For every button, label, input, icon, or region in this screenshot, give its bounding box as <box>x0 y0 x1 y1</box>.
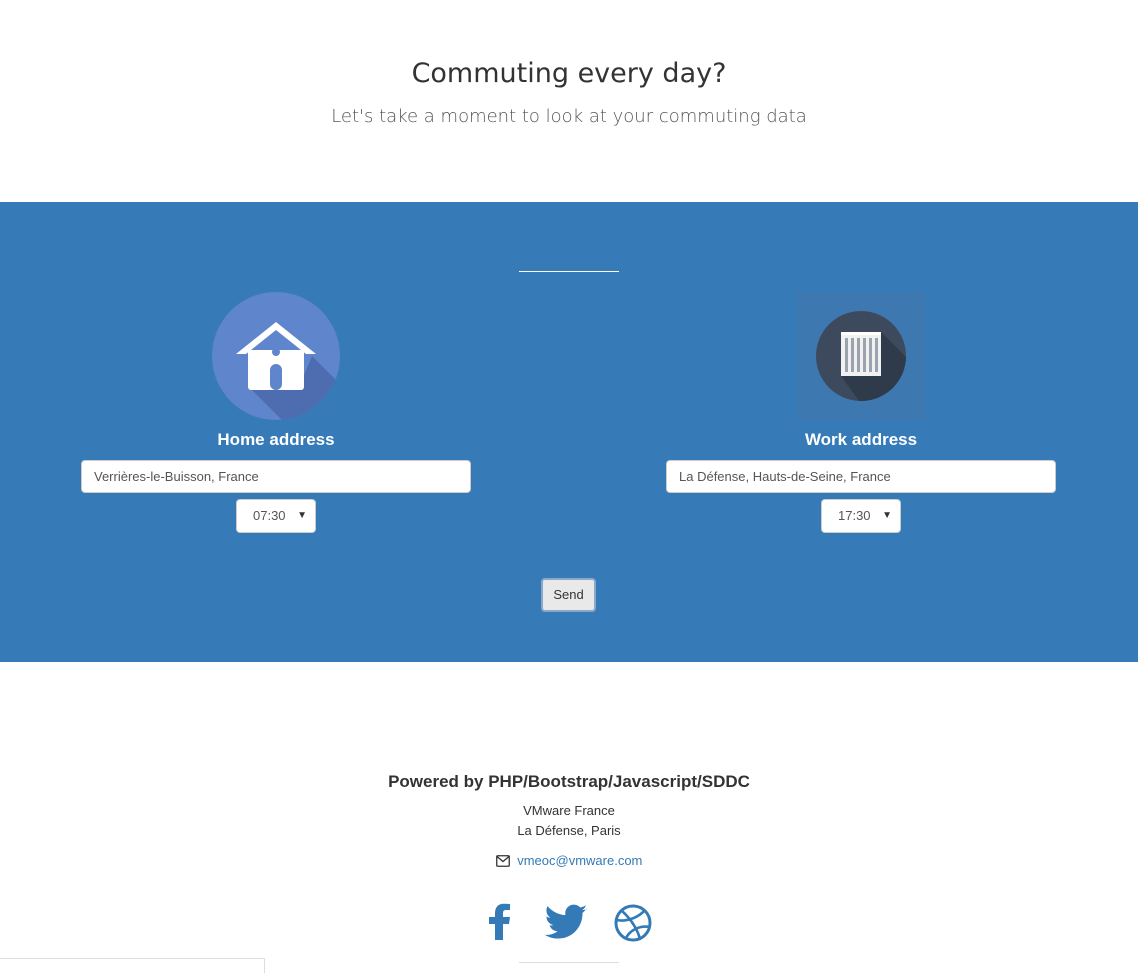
section-divider <box>519 271 619 272</box>
send-button[interactable]: Send <box>541 578 596 612</box>
facebook-icon[interactable] <box>477 900 523 946</box>
home-time-value: 07:30 <box>253 508 286 523</box>
social-links <box>0 900 1138 946</box>
home-column: Home address Verrières-le-Buisson, Franc… <box>81 292 471 542</box>
footer: Powered by PHP/Bootstrap/Javascript/SDDC… <box>0 662 1138 973</box>
envelope-icon <box>495 855 510 870</box>
dropdown-arrow-icon: ▼ <box>882 510 892 521</box>
work-column: Work address La Défense, Hauts-de-Seine,… <box>666 292 1056 542</box>
bottom-left-widget[interactable] <box>0 958 265 973</box>
work-address-label: Work address <box>804 430 918 449</box>
twitter-icon[interactable] <box>543 900 589 946</box>
dropdown-arrow-icon: ▼ <box>297 510 307 521</box>
office-building-icon <box>797 292 925 420</box>
email-row: vmeoc@vmware.com <box>0 853 1138 870</box>
work-time-value: 17:30 <box>838 508 871 523</box>
home-address-input[interactable]: Verrières-le-Buisson, France <box>81 460 471 493</box>
home-time-select[interactable]: 07:30 ▼ <box>236 499 316 533</box>
dribbble-icon[interactable] <box>610 900 656 946</box>
commute-form-section: Home address Verrières-le-Buisson, Franc… <box>0 202 1138 662</box>
home-address-label: Home address <box>217 430 335 449</box>
powered-by-text: Powered by PHP/Bootstrap/Javascript/SDDC <box>388 772 750 791</box>
company-location: La Défense, Paris <box>517 823 621 838</box>
work-address-input[interactable]: La Défense, Hauts-de-Seine, France <box>666 460 1056 493</box>
work-time-select[interactable]: 17:30 ▼ <box>821 499 901 533</box>
page-subtitle: Let's take a moment to look at your comm… <box>331 106 807 127</box>
email-link[interactable]: vmeoc@vmware.com <box>517 853 642 868</box>
page-title: Commuting every day? <box>411 58 727 89</box>
company-name: VMware France <box>523 803 615 818</box>
footer-divider <box>519 962 619 963</box>
hero-section: Commuting every day? Let's take a moment… <box>0 0 1138 202</box>
house-icon <box>212 292 340 420</box>
